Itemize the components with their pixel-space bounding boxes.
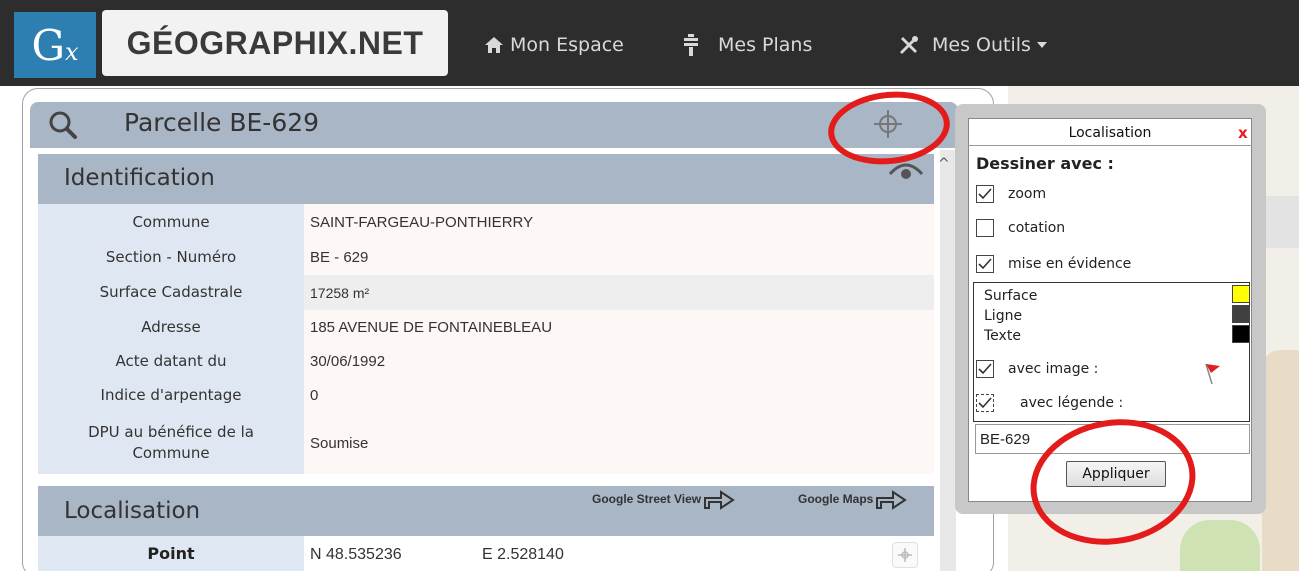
point-longitude: E 2.528140 [482, 546, 564, 563]
plan-icon [684, 34, 698, 56]
row-value: 185 AVENUE DE FONTAINEBLEAU [310, 318, 553, 336]
table-row: Section - Numéro BE - 629 [38, 240, 934, 275]
flag-icon[interactable] [1200, 360, 1226, 386]
table-row: Commune SAINT-FARGEAU-PONTHIERRY [38, 204, 934, 240]
cotation-option[interactable]: cotation [976, 219, 1065, 237]
table-row: Acte datant du 30/06/1992 [38, 344, 934, 378]
locate-point-button[interactable] [892, 542, 918, 568]
row-label: DPU au bénéfice de la Commune [38, 412, 304, 474]
zoom-option[interactable]: zoom [976, 185, 1046, 203]
row-label: Acte datant du [38, 344, 304, 378]
legend-texte-label: Texte [984, 328, 1021, 344]
cotation-checkbox[interactable] [976, 219, 994, 237]
with-legend-option[interactable]: avec légende : [976, 394, 1123, 412]
with-legend-label: avec légende : [1020, 395, 1124, 411]
street-view-label: Google Street View [592, 492, 702, 506]
home-icon [485, 37, 503, 53]
row-value: 30/06/1992 [310, 352, 386, 370]
localisation-title: Localisation [64, 498, 201, 524]
table-row: Indice d'arpentage 0 [38, 378, 934, 412]
tools-icon [900, 36, 918, 54]
with-image-label: avec image : [1008, 361, 1099, 377]
map-feature [1262, 350, 1299, 571]
legend-surface-label: Surface [984, 288, 1038, 304]
nav-mes-outils-label: Mes Outils [932, 34, 1031, 56]
highlight-option[interactable]: mise en évidence [976, 255, 1131, 273]
highlight-label: mise en évidence [1008, 256, 1132, 272]
row-label: Indice d'arpentage [38, 378, 304, 412]
nav-mes-outils[interactable]: Mes Outils [898, 30, 1047, 60]
share-arrow-icon [876, 490, 908, 510]
row-label: Commune [38, 204, 304, 240]
app-logo-mark[interactable]: Gx [14, 12, 96, 78]
label-text-input[interactable] [975, 424, 1250, 454]
logo-mark-g: G [31, 20, 65, 70]
point-latitude: N 48.535236 [310, 546, 402, 563]
logo-mark-x: x [65, 38, 79, 66]
google-maps-label: Google Maps [798, 492, 874, 506]
close-icon[interactable]: x [1238, 124, 1248, 142]
nav-mes-plans-label: Mes Plans [718, 34, 813, 56]
cotation-label: cotation [1008, 220, 1066, 236]
row-label: Section - Numéro [38, 240, 304, 275]
search-icon[interactable] [48, 110, 78, 140]
crosshair-icon [898, 548, 912, 562]
row-value: 17258 m² [310, 284, 370, 301]
texte-color-swatch[interactable] [1232, 325, 1250, 343]
zoom-checkbox[interactable] [976, 185, 994, 203]
caret-down-icon [1036, 42, 1047, 48]
ligne-color-swatch[interactable] [1232, 305, 1250, 323]
table-row: DPU au bénéfice de la Commune Soumise [38, 412, 934, 474]
eye-icon[interactable] [888, 160, 924, 182]
row-value: Soumise [310, 434, 369, 452]
row-value: BE - 629 [310, 249, 369, 266]
with-image-option[interactable]: avec image : [976, 360, 1098, 378]
row-label: Surface Cadastrale [38, 275, 304, 310]
surface-color-swatch[interactable] [1232, 285, 1250, 303]
share-arrow-icon [704, 490, 735, 510]
map-feature [1262, 196, 1299, 248]
map-feature [1180, 520, 1260, 571]
app-logo-text[interactable]: GÉOGRAPHIX.NET [102, 10, 448, 76]
draw-with-label: Dessiner avec : [976, 154, 1114, 173]
table-row: Adresse 185 AVENUE DE FONTAINEBLEAU [38, 310, 934, 344]
with-image-checkbox[interactable] [976, 360, 994, 378]
table-row: Surface Cadastrale 17258 m² [38, 275, 934, 310]
panel-scrollbar[interactable] [940, 150, 956, 571]
nav-mon-espace-label: Mon Espace [510, 34, 624, 56]
zoom-label: zoom [1008, 186, 1047, 202]
row-value: SAINT-FARGEAU-PONTHIERRY [310, 213, 534, 231]
parcelle-title: Parcelle BE-629 [124, 108, 320, 137]
highlight-checkbox[interactable] [976, 255, 994, 273]
nav-mes-plans[interactable]: Mes Plans [680, 30, 812, 60]
nav-mon-espace[interactable]: Mon Espace [484, 30, 624, 60]
street-view-link[interactable]: Google Street View [592, 488, 737, 510]
with-legend-checkbox[interactable] [976, 394, 994, 412]
popup-title: Localisation [968, 118, 1252, 146]
screen: { "app": { "logo_mark": "Gx", "logo_mark… [0, 0, 1299, 571]
point-label: Point [38, 536, 304, 571]
scroll-up-icon[interactable]: ^ [938, 156, 950, 172]
identification-title: Identification [64, 165, 215, 191]
apply-button[interactable]: Appliquer [1066, 461, 1166, 487]
row-label: Adresse [38, 310, 304, 344]
row-value: 0 [310, 386, 319, 404]
google-maps-link[interactable]: Google Maps [798, 488, 909, 510]
legend-ligne-label: Ligne [984, 308, 1023, 324]
crosshair-icon[interactable] [872, 108, 904, 140]
